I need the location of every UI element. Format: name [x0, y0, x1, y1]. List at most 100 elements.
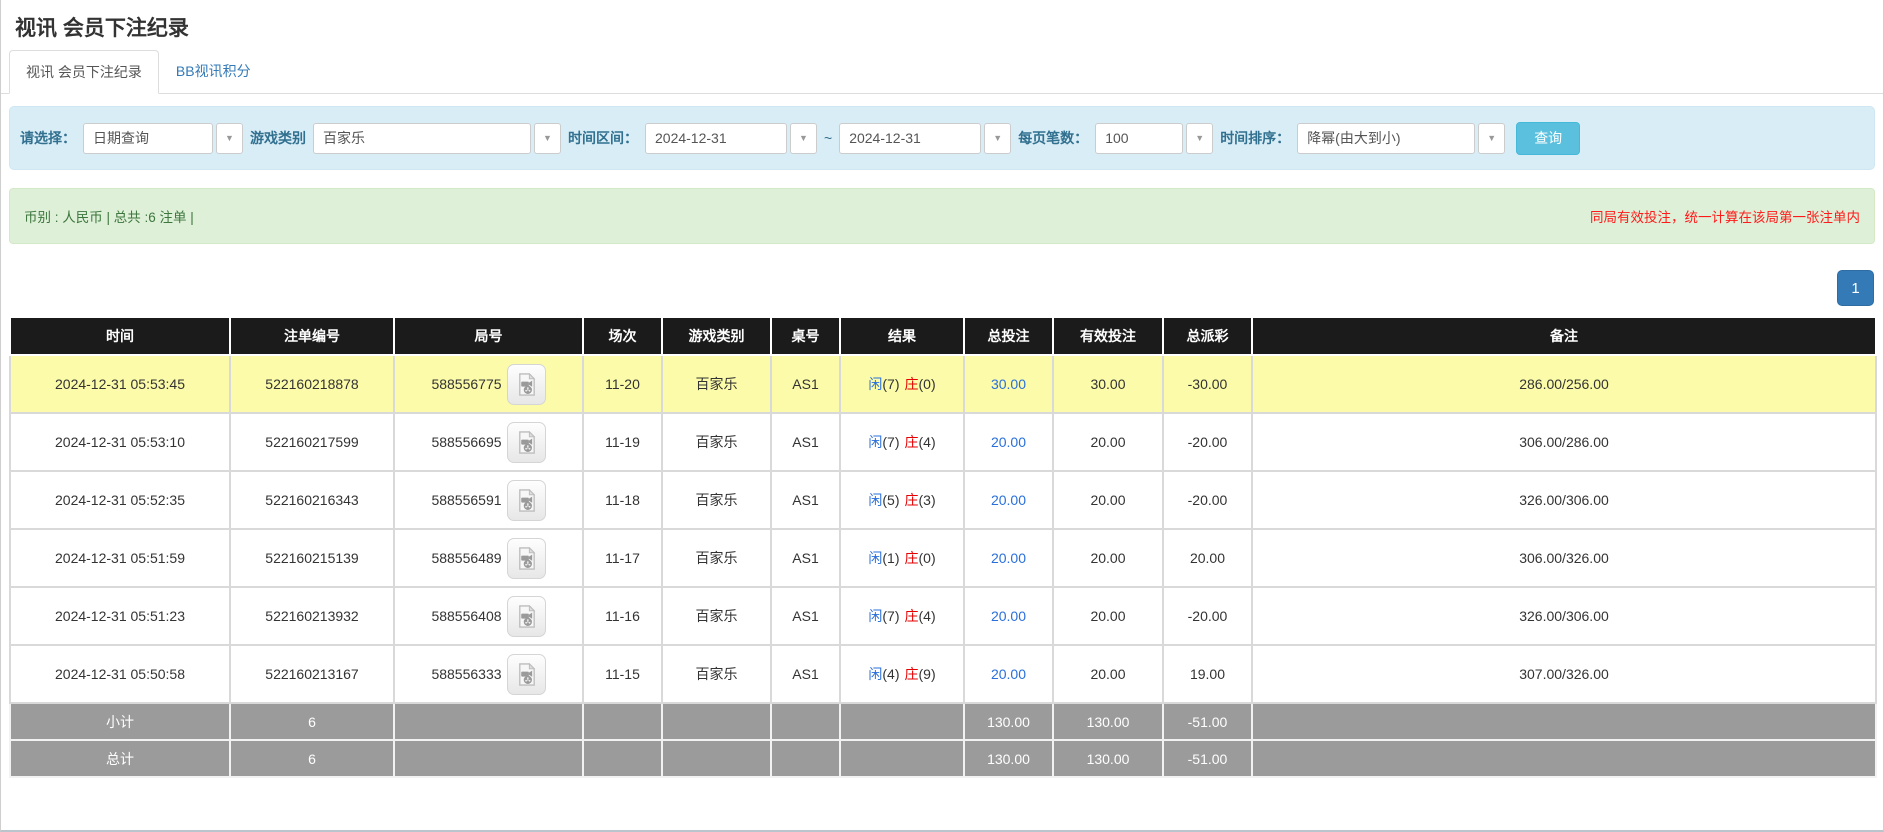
header-payout: 总派彩 — [1163, 317, 1252, 355]
total-bet-link[interactable]: 30.00 — [991, 376, 1026, 392]
game-type-select[interactable]: 百家乐 ▼ — [313, 123, 561, 154]
query-button[interactable]: 查询 — [1516, 122, 1580, 155]
player-result: 闲 — [868, 492, 882, 508]
video-replay-button[interactable] — [507, 480, 546, 521]
subtotal-total-bet: 130.00 — [964, 703, 1053, 740]
banker-result: 庄 — [905, 376, 919, 392]
banker-result: 庄 — [905, 492, 919, 508]
header-table-no: 桌号 — [771, 317, 840, 355]
total-count: 6 — [230, 740, 394, 777]
round-id: 588556775 — [431, 376, 501, 392]
currency-total-text: 币别 : 人民币 | 总共 :6 注单 | — [24, 206, 194, 226]
tab-bar: 视讯 会员下注纪录 BB视讯积分 — [1, 52, 1883, 94]
game-type-value[interactable]: 百家乐 — [313, 123, 531, 154]
date-to-picker[interactable]: ▼ — [839, 123, 1011, 154]
cell-game-type: 百家乐 — [662, 645, 771, 703]
total-row: 总计 6 130.00 130.00 -51.00 — [10, 740, 1876, 777]
cell-game-type: 百家乐 — [662, 355, 771, 413]
cell-session: 11-19 — [583, 413, 662, 471]
cell-total-bet: 20.00 — [964, 529, 1053, 587]
banker-result: 庄 — [905, 550, 919, 566]
video-replay-button[interactable] — [507, 654, 546, 695]
cell-table-no: AS1 — [771, 645, 840, 703]
header-session: 场次 — [583, 317, 662, 355]
player-result: 闲 — [868, 608, 882, 624]
date-to-input[interactable] — [839, 123, 981, 154]
chevron-down-icon[interactable]: ▼ — [790, 123, 817, 154]
round-id: 588556591 — [431, 492, 501, 508]
cell-result: 闲(7)庄(4) — [840, 587, 964, 645]
query-type-value[interactable]: 日期查询 — [83, 123, 213, 154]
round-id: 588556489 — [431, 550, 501, 566]
range-separator: ~ — [824, 130, 832, 146]
date-from-input[interactable] — [645, 123, 787, 154]
cell-total-bet: 20.00 — [964, 471, 1053, 529]
video-file-icon — [515, 489, 538, 512]
page-size-select[interactable]: ▼ — [1095, 123, 1213, 154]
cell-time: 2024-12-31 05:51:59 — [10, 529, 230, 587]
pagination: 1 — [10, 270, 1874, 306]
cell-bet-id: 522160216343 — [230, 471, 394, 529]
cell-game-type: 百家乐 — [662, 529, 771, 587]
subtotal-payout: -51.00 — [1163, 703, 1252, 740]
valid-bet-notice-text: 同局有效投注，统一计算在该局第一张注单内 — [1590, 206, 1860, 226]
page-number-button[interactable]: 1 — [1837, 270, 1874, 306]
cell-session: 11-17 — [583, 529, 662, 587]
cell-total-bet: 20.00 — [964, 645, 1053, 703]
cell-bet-id: 522160213932 — [230, 587, 394, 645]
cell-total-bet: 30.00 — [964, 355, 1053, 413]
video-replay-button[interactable] — [507, 422, 546, 463]
cell-valid-bet: 20.00 — [1053, 413, 1163, 471]
cell-session: 11-20 — [583, 355, 662, 413]
cell-result: 闲(7)庄(0) — [840, 355, 964, 413]
cell-round: 588556591 — [394, 471, 583, 529]
cell-bet-id: 522160218878 — [230, 355, 394, 413]
header-game-type: 游戏类别 — [662, 317, 771, 355]
chevron-down-icon[interactable]: ▼ — [534, 123, 561, 154]
cell-table-no: AS1 — [771, 413, 840, 471]
chevron-down-icon[interactable]: ▼ — [1186, 123, 1213, 154]
betting-records-table: 时间 注单编号 局号 场次 游戏类别 桌号 结果 总投注 有效投注 总派彩 备注… — [9, 316, 1877, 778]
cell-remark: 307.00/326.00 — [1252, 645, 1876, 703]
player-score: (7) — [882, 608, 899, 624]
banker-result: 庄 — [905, 666, 919, 682]
tab-betting-records[interactable]: 视讯 会员下注纪录 — [9, 50, 159, 94]
header-remark: 备注 — [1252, 317, 1876, 355]
cell-time: 2024-12-31 05:53:45 — [10, 355, 230, 413]
table-row: 2024-12-31 05:51:59 522160215139 5885564… — [10, 529, 1876, 587]
chevron-down-icon[interactable]: ▼ — [984, 123, 1011, 154]
total-bet-link[interactable]: 20.00 — [991, 608, 1026, 624]
total-bet-link[interactable]: 20.00 — [991, 434, 1026, 450]
cell-payout: -30.00 — [1163, 355, 1252, 413]
total-bet-link[interactable]: 20.00 — [991, 666, 1026, 682]
cell-round: 588556333 — [394, 645, 583, 703]
banker-score: (9) — [919, 666, 936, 682]
video-file-icon — [515, 663, 538, 686]
query-type-select[interactable]: 日期查询 ▼ — [83, 123, 243, 154]
cell-time: 2024-12-31 05:51:23 — [10, 587, 230, 645]
date-from-picker[interactable]: ▼ — [645, 123, 817, 154]
header-bet-id: 注单编号 — [230, 317, 394, 355]
banker-score: (4) — [919, 608, 936, 624]
video-replay-button[interactable] — [507, 538, 546, 579]
page-size-input[interactable] — [1095, 123, 1183, 154]
subtotal-count: 6 — [230, 703, 394, 740]
table-row: 2024-12-31 05:53:10 522160217599 5885566… — [10, 413, 1876, 471]
player-score: (1) — [882, 550, 899, 566]
cell-round: 588556775 — [394, 355, 583, 413]
video-replay-button[interactable] — [507, 364, 546, 405]
total-bet-link[interactable]: 20.00 — [991, 492, 1026, 508]
video-replay-button[interactable] — [507, 596, 546, 637]
player-score: (7) — [882, 434, 899, 450]
tab-bb-video-points[interactable]: BB视讯积分 — [159, 49, 268, 93]
time-sort-select[interactable]: 降幂(由大到小) ▼ — [1297, 123, 1505, 154]
chevron-down-icon[interactable]: ▼ — [1478, 123, 1505, 154]
chevron-down-icon[interactable]: ▼ — [216, 123, 243, 154]
time-sort-value[interactable]: 降幂(由大到小) — [1297, 123, 1475, 154]
video-file-icon — [515, 373, 538, 396]
cell-game-type: 百家乐 — [662, 413, 771, 471]
total-bet-link[interactable]: 20.00 — [991, 550, 1026, 566]
header-valid-bet: 有效投注 — [1053, 317, 1163, 355]
header-result: 结果 — [840, 317, 964, 355]
cell-result: 闲(5)庄(3) — [840, 471, 964, 529]
